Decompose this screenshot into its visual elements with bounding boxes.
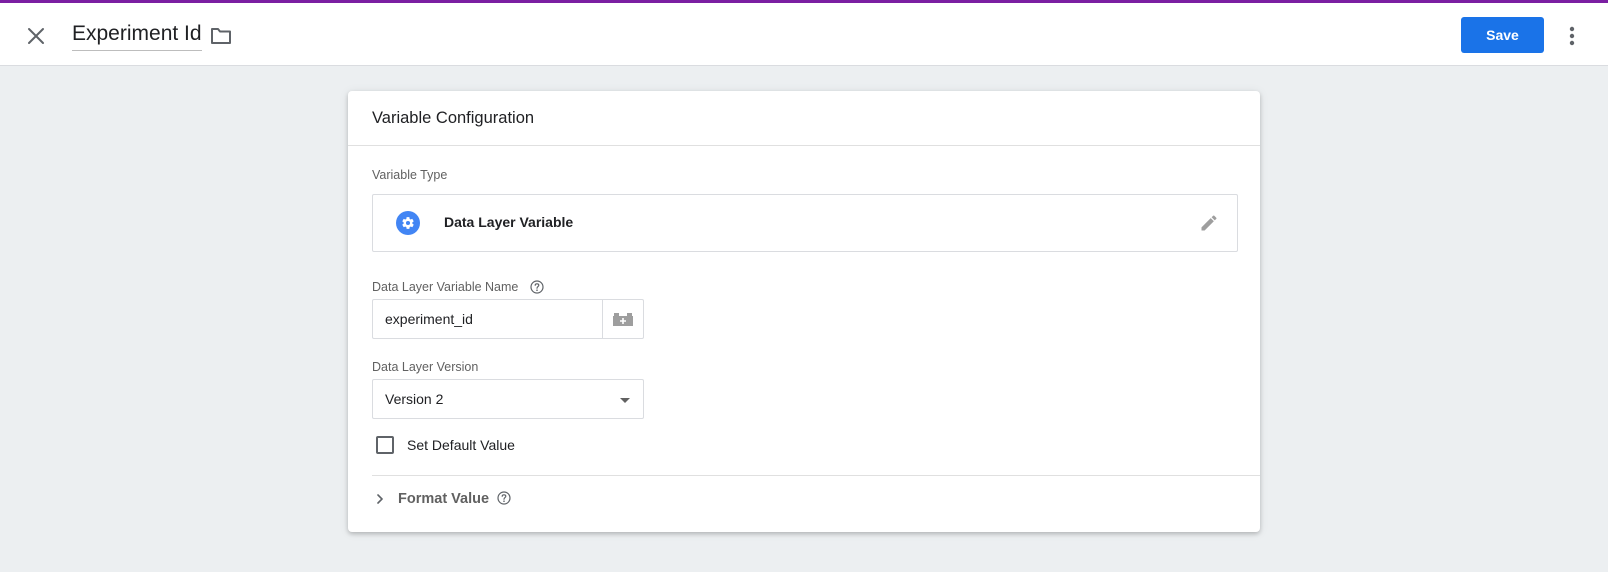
more-vert-icon xyxy=(1569,26,1575,46)
variable-name-label: Data Layer Variable Name xyxy=(372,280,519,294)
more-options-button[interactable] xyxy=(1558,20,1586,52)
variable-type-name: Data Layer Variable xyxy=(444,214,574,230)
variable-picker-button[interactable] xyxy=(602,300,643,338)
default-value-option[interactable]: Set Default Value xyxy=(376,436,515,454)
help-icon[interactable] xyxy=(497,491,511,505)
chevron-right-icon xyxy=(377,494,383,504)
variable-name-input[interactable] xyxy=(373,300,602,338)
close-icon xyxy=(28,28,44,44)
folder-button[interactable] xyxy=(208,23,234,49)
variable-type-label: Variable Type xyxy=(372,168,448,182)
header-bar: Experiment Id Save xyxy=(0,3,1608,66)
variable-name-label-row: Data Layer Variable Name xyxy=(372,280,544,294)
pencil-icon[interactable] xyxy=(1197,211,1221,235)
format-value-label: Format Value xyxy=(398,491,490,507)
help-icon[interactable] xyxy=(530,280,544,294)
save-button[interactable]: Save xyxy=(1461,17,1544,53)
page-title[interactable]: Experiment Id xyxy=(72,21,202,51)
default-value-label: Set Default Value xyxy=(407,437,515,453)
variable-name-field xyxy=(372,299,644,339)
gear-icon xyxy=(396,211,420,235)
lego-brick-icon xyxy=(613,313,633,326)
close-button[interactable] xyxy=(20,20,52,52)
card-title: Variable Configuration xyxy=(348,91,1260,146)
dropdown-arrow-icon xyxy=(620,398,630,403)
version-label: Data Layer Version xyxy=(372,360,479,374)
version-select[interactable]: Version 2 xyxy=(372,379,644,419)
version-selected-value: Version 2 xyxy=(385,391,444,407)
default-value-checkbox[interactable] xyxy=(376,436,394,454)
variable-type-selector[interactable]: Data Layer Variable xyxy=(372,194,1238,252)
variable-configuration-card: Variable Configuration Variable Type Dat… xyxy=(348,91,1260,532)
section-divider xyxy=(372,475,1260,476)
format-value-expander[interactable]: Format Value xyxy=(374,491,511,507)
folder-icon xyxy=(211,28,231,44)
